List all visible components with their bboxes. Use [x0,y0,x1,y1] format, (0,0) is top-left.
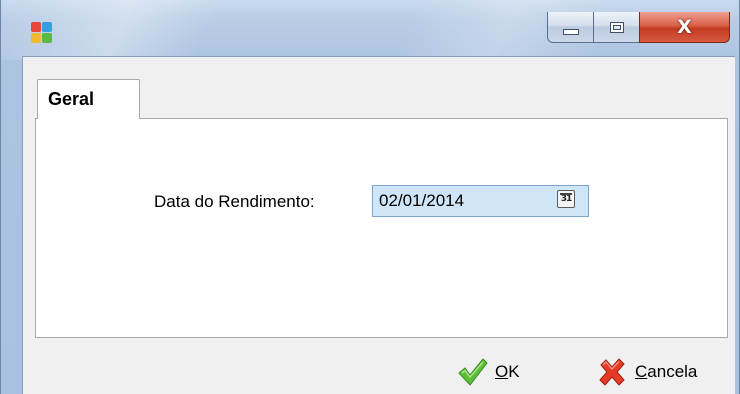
cancel-label: Cancela [635,362,698,381]
ok-button[interactable]: OK [455,352,520,392]
checkmark-icon [458,358,488,386]
maximize-button[interactable] [593,12,640,43]
title-bar[interactable]: X [1,0,739,56]
dialog-client-area: Geral Data do Rendimento: 31 OK Cancela [22,56,735,394]
close-button[interactable]: X [639,12,730,43]
calendar-icon: 31 [560,194,572,204]
calendar-button[interactable]: 31 [557,190,575,208]
tab-geral[interactable]: Geral [37,79,140,119]
tab-label: Geral [48,89,95,109]
close-icon: X [677,16,692,38]
minimize-button[interactable] [547,12,594,43]
date-label: Data do Rendimento: [154,192,315,211]
ok-label: OK [495,362,520,381]
minimize-icon [562,29,579,35]
x-mark-icon [599,358,625,386]
maximize-icon [609,21,624,33]
cancel-button[interactable]: Cancela [595,352,697,392]
tab-panel: Data do Rendimento: 31 [35,118,728,338]
dialog-window: X Geral Data do Rendimento: 31 OK [0,0,740,394]
app-icon[interactable] [31,22,53,44]
